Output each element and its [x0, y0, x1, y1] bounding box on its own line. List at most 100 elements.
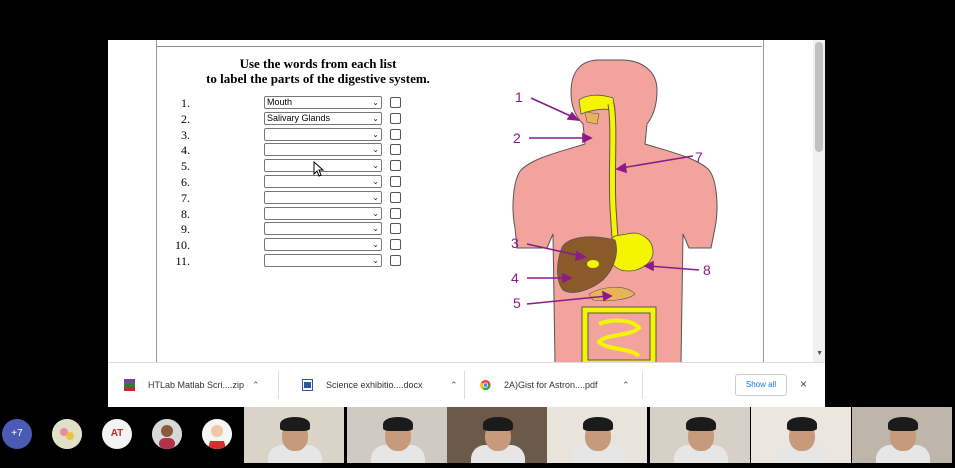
row-number: 4.	[181, 143, 190, 158]
part-dropdown[interactable]: ⌄	[264, 127, 382, 141]
dropdown-value: Salivary Glands	[267, 112, 331, 123]
answer-row: 11. ⌄	[168, 254, 448, 268]
gall-bladder	[587, 260, 599, 268]
chevron-up-icon[interactable]: ⌃	[450, 376, 458, 394]
download-item-pdf[interactable]: 2A)Gist for Astron....pdf ⌃	[480, 376, 630, 394]
participant-avatar[interactable]: AT	[102, 419, 132, 449]
row-number: 11.	[175, 254, 190, 268]
scroll-down-arrow-icon[interactable]: ▼	[816, 350, 823, 357]
part-dropdown[interactable]: Mouth ⌄	[264, 96, 382, 109]
chevron-down-icon: ⌄	[372, 145, 379, 155]
answer-row: 3. ⌄	[168, 127, 448, 142]
close-shelf-icon[interactable]: ×	[800, 374, 807, 394]
chevron-down-icon: ⌄	[372, 161, 379, 171]
meeting-participant-strip: +7 AT	[0, 407, 955, 468]
participant-video-tile[interactable]	[547, 407, 647, 463]
part-dropdown[interactable]: ⌄	[264, 222, 382, 236]
part-dropdown[interactable]: ⌄	[264, 238, 382, 252]
chevron-up-icon[interactable]: ⌃	[622, 376, 630, 394]
diagram-label-2: 2	[513, 130, 521, 146]
chevron-down-icon: ⌄	[372, 208, 379, 218]
answer-row: 2. Salivary Glands ⌄	[168, 111, 448, 126]
answer-row: 7. ⌄	[168, 190, 448, 205]
row-number: 1.	[181, 96, 190, 110]
chrome-pdf-icon	[480, 379, 491, 391]
participant-video-tile[interactable]	[650, 407, 750, 463]
download-item-docx[interactable]: Science exhibitio....docx ⌃	[302, 376, 458, 394]
row-number: 9.	[181, 222, 190, 237]
title-line-1: Use the words from each list	[239, 56, 397, 71]
answer-checkbox[interactable]	[390, 207, 401, 219]
cartoon-avatar-icon	[202, 419, 232, 449]
answer-checkbox[interactable]	[390, 176, 401, 187]
scrollbar-thumb[interactable]	[815, 42, 823, 152]
row-number: 7.	[181, 190, 190, 205]
row-number: 10.	[175, 238, 190, 253]
chevron-up-icon[interactable]: ⌃	[252, 376, 260, 394]
participant-avatar[interactable]	[202, 419, 232, 449]
download-shelf: HTLab Matlab Scri....zip ⌃ Science exhib…	[108, 362, 825, 407]
participant-hair	[787, 417, 817, 431]
download-filename: HTLab Matlab Scri....zip	[148, 380, 245, 390]
answer-row: 5. ⌄	[168, 159, 448, 173]
salivary-gland-shape	[584, 111, 600, 125]
participant-video-tile[interactable]	[347, 407, 447, 463]
flower-avatar-icon	[52, 419, 82, 449]
participant-video-tile[interactable]	[447, 407, 547, 463]
participant-hair	[483, 417, 513, 431]
chevron-down-icon: ⌄	[372, 240, 379, 250]
part-dropdown[interactable]: ⌄	[264, 206, 382, 220]
part-dropdown[interactable]: Salivary Glands ⌄	[264, 111, 382, 125]
answer-checkbox[interactable]	[390, 160, 401, 172]
page-scrollbar[interactable]: ▼	[813, 40, 825, 362]
participant-video-tile[interactable]	[751, 407, 851, 463]
dropdown-value: Mouth	[267, 97, 293, 107]
row-number: 6.	[181, 175, 190, 189]
answer-checkbox[interactable]	[390, 128, 401, 140]
download-item-zip[interactable]: HTLab Matlab Scri....zip ⌃	[124, 376, 260, 394]
chevron-down-icon: ⌄	[372, 224, 379, 234]
participant-video-tile[interactable]	[852, 407, 952, 463]
download-filename: 2A)Gist for Astron....pdf	[504, 380, 598, 390]
part-dropdown[interactable]: ⌄	[264, 190, 382, 204]
participant-avatar[interactable]	[52, 419, 82, 449]
participant-video-tile[interactable]	[244, 407, 344, 463]
chevron-down-icon: ⌄	[372, 177, 379, 186]
shelf-divider	[464, 371, 465, 399]
participant-hair	[383, 417, 413, 431]
word-document-icon	[302, 379, 313, 391]
participant-hair	[888, 417, 918, 431]
answer-checkbox[interactable]	[390, 97, 401, 108]
part-dropdown[interactable]: ⌄	[264, 254, 382, 267]
chevron-down-icon: ⌄	[372, 98, 379, 107]
answer-checkbox[interactable]	[390, 112, 401, 124]
diagram-label-7: 7	[695, 149, 703, 165]
answer-row: 9. ⌄	[168, 222, 448, 236]
show-all-button[interactable]: Show all	[735, 374, 787, 396]
answer-checkbox[interactable]	[390, 239, 401, 251]
zip-archive-icon	[124, 379, 135, 391]
digestive-system-diagram: 1 2 3 4 5 7 8	[511, 59, 718, 363]
download-filename: Science exhibitio....docx	[326, 380, 423, 390]
shelf-divider	[642, 371, 643, 399]
worksheet-title: Use the words from each list to label th…	[168, 56, 468, 86]
participant-hair	[583, 417, 613, 431]
answer-checkbox[interactable]	[390, 255, 401, 266]
more-participants-badge[interactable]: +7	[2, 419, 32, 449]
answer-checkbox[interactable]	[390, 223, 401, 235]
participant-avatar[interactable]	[152, 419, 182, 449]
diagram-label-4: 4	[511, 270, 519, 286]
answer-row: 4. ⌄	[168, 143, 448, 157]
chevron-down-icon: ⌄	[372, 256, 379, 265]
part-dropdown[interactable]: ⌄	[264, 143, 382, 157]
row-number: 2.	[181, 111, 190, 126]
shelf-divider	[278, 371, 279, 399]
row-number: 5.	[181, 159, 190, 174]
answer-checkbox[interactable]	[390, 144, 401, 156]
diagram-label-8: 8	[703, 262, 711, 278]
diagram-label-3: 3	[511, 235, 519, 251]
answer-checkbox[interactable]	[390, 191, 401, 203]
row-number: 8.	[181, 206, 190, 221]
diagram-label-1: 1	[515, 89, 523, 105]
photo-avatar-icon	[152, 419, 182, 449]
